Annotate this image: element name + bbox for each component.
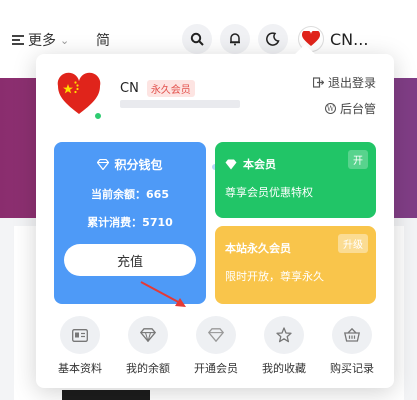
vip-forever-card[interactable]: 本站永久会员 限时开放，尊享永久 升级: [215, 226, 376, 304]
star-icon: [276, 327, 292, 343]
vip-member-title-label: 本会员: [243, 158, 276, 171]
post-thumbnail: [62, 390, 150, 400]
search-button[interactable]: [182, 24, 212, 54]
vip-forever-title: 本站永久会员: [225, 242, 291, 255]
user-quick-nav: 基本资料 我的余额 开通会员 我的收藏 购买记录: [48, 316, 384, 376]
diamond-icon: [97, 159, 110, 170]
basket-icon: [344, 328, 360, 342]
nav-open-vip-label: 开通会员: [194, 362, 238, 375]
dark-mode-button[interactable]: [258, 24, 288, 54]
profile-icon-circle: [60, 316, 100, 354]
chevron-down-icon: ⌄: [60, 33, 70, 47]
vip-member-title: 本会员: [225, 156, 276, 172]
profile-card-icon: [72, 328, 88, 342]
logout-label: 退出登录: [327, 76, 376, 90]
user-dropdown-panel: CN 永久会员 退出登录 W 后台管 积分钱包 当前余额：665 累计消费：57…: [36, 44, 394, 388]
recharge-button[interactable]: 充值: [64, 244, 196, 276]
wallet-balance: 当前余额：665: [91, 188, 169, 201]
user-id-redacted: [120, 100, 240, 108]
nav-purchases[interactable]: 购买记录: [320, 316, 384, 376]
vip-forever-desc: 限时开放，尊享永久: [225, 270, 324, 283]
nav-favorites-label: 我的收藏: [262, 362, 306, 375]
vip-member-open-badge[interactable]: 开: [348, 150, 368, 169]
vip-member-desc: 尊享会员优惠特权: [225, 186, 313, 199]
user-name: CN...: [330, 29, 369, 49]
wallet-title: 积分钱包: [54, 156, 206, 173]
nav-profile-label: 基本资料: [58, 362, 102, 375]
nav-profile[interactable]: 基本资料: [48, 316, 112, 376]
admin-link[interactable]: W 后台管: [324, 100, 376, 117]
moon-icon: [266, 32, 280, 46]
vip-member-card[interactable]: 本会员 尊享会员优惠特权 开: [215, 142, 376, 218]
bell-icon: [230, 33, 240, 46]
wallet-title-label: 积分钱包: [114, 158, 163, 172]
favorites-icon-circle: [264, 316, 304, 354]
purchases-icon-circle: [332, 316, 372, 354]
wallet-total-spent: 累计消费：5710: [87, 216, 173, 229]
nav-favorites[interactable]: 我的收藏: [252, 316, 316, 376]
notification-button[interactable]: [220, 24, 250, 54]
popup-username-row: CN 永久会员: [120, 80, 195, 97]
vip-forever-upgrade-badge[interactable]: 升级: [338, 234, 368, 253]
vip-icon-circle: [196, 316, 236, 354]
wordpress-icon: W: [324, 103, 336, 114]
vip-diamond-icon: [208, 328, 224, 342]
menu-icon: [12, 35, 24, 45]
online-status-dot: [94, 112, 102, 120]
logout-icon: [312, 77, 324, 88]
popup-username: CN: [120, 81, 139, 96]
admin-label: 后台管: [339, 102, 376, 116]
diamond-icon: [140, 328, 156, 342]
more-menu[interactable]: 更多 ⌄: [12, 30, 69, 50]
user-avatar-icon: [57, 72, 101, 114]
language-switch[interactable]: 简: [96, 30, 110, 50]
vip-diamond-icon: [225, 159, 237, 169]
balance-icon-circle: [128, 316, 168, 354]
svg-text:W: W: [327, 105, 335, 113]
vip-status-badge: 永久会员: [146, 80, 195, 97]
search-icon: [190, 32, 204, 46]
nav-purchases-label: 购买记录: [330, 362, 374, 375]
nav-balance-label: 我的余额: [126, 362, 170, 375]
more-menu-label: 更多: [28, 33, 56, 49]
nav-open-vip[interactable]: 开通会员: [184, 316, 248, 376]
annotation-arrow-icon: [140, 281, 186, 307]
logout-link[interactable]: 退出登录: [312, 74, 376, 91]
nav-balance[interactable]: 我的余额: [116, 316, 180, 376]
